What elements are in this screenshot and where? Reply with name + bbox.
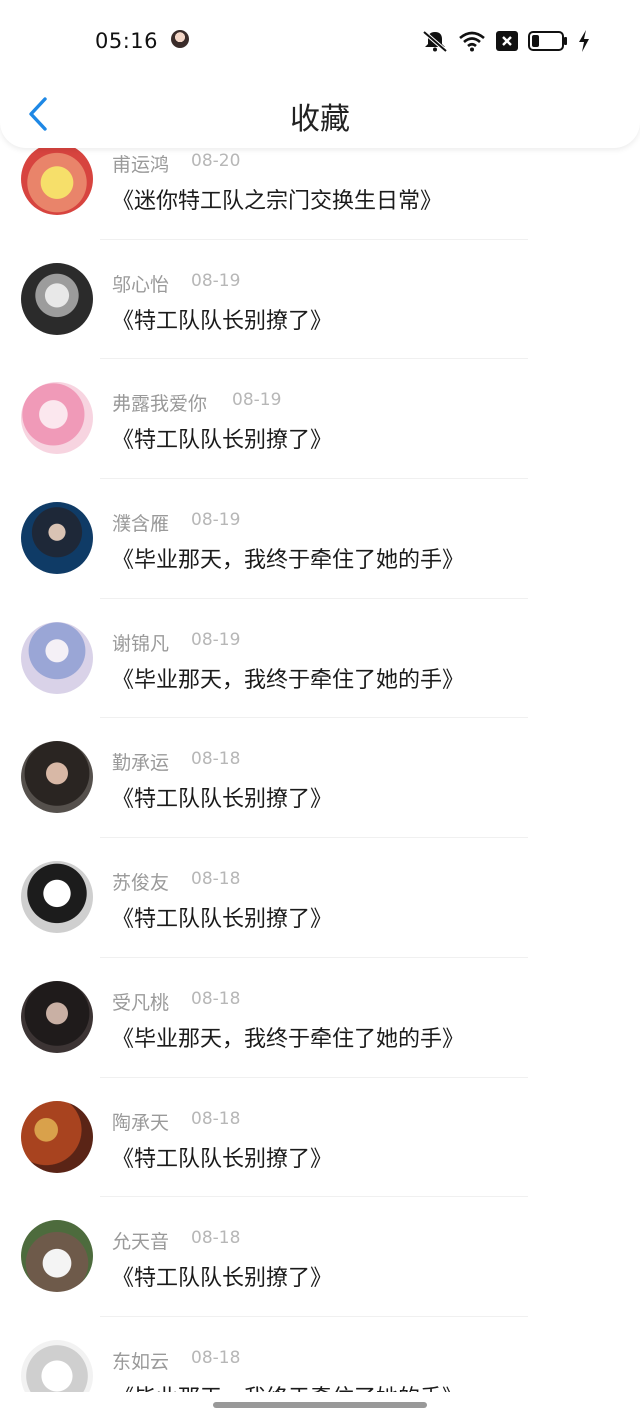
user-avatar[interactable] [21, 861, 93, 934]
status-icons [422, 29, 590, 53]
list-item[interactable]: 邬心怡 08-19 《特工队队长别撩了》 [0, 240, 640, 360]
book-title[interactable]: 《特工队队长别撩了》 [112, 901, 332, 933]
charging-icon [578, 30, 590, 52]
favorite-date: 08-18 [191, 1228, 241, 1249]
book-title[interactable]: 《毕业那天，我终于牵住了她的手》 [112, 542, 464, 574]
user-name[interactable]: 陶承天 [112, 1108, 169, 1135]
user-name[interactable]: 弗露我爱你 [112, 389, 207, 416]
book-title[interactable]: 《特工队队长别撩了》 [112, 303, 332, 335]
user-avatar[interactable] [21, 621, 93, 694]
favorite-date: 08-19 [191, 270, 241, 291]
favorite-date: 08-20 [191, 151, 241, 171]
favorite-date: 08-18 [191, 1347, 241, 1368]
mute-icon [422, 30, 448, 52]
avatar-icon [171, 30, 189, 48]
favorite-date: 08-19 [191, 510, 241, 531]
book-title[interactable]: 《特工队队长别撩了》 [112, 781, 332, 813]
user-name[interactable]: 东如云 [112, 1347, 169, 1374]
wifi-icon [458, 30, 486, 52]
user-avatar[interactable] [21, 1220, 93, 1293]
list-item[interactable]: 陶承天 08-18 《特工队队长别撩了》 [0, 1078, 640, 1198]
user-name[interactable]: 勤承运 [112, 748, 169, 775]
book-title[interactable]: 《毕业那天，我终于牵住了她的手》 [112, 1021, 464, 1053]
list-item[interactable]: 苏俊友 08-18 《特工队队长别撩了》 [0, 838, 640, 958]
book-title[interactable]: 《毕业那天，我终于牵住了她的手》 [112, 662, 464, 694]
user-name[interactable]: 甫运鸿 [112, 150, 169, 177]
status-time: 05:16 [95, 29, 159, 53]
book-title[interactable]: 《迷你特工队之宗门交换生日常》 [112, 183, 442, 215]
list-item[interactable]: 濮含雁 08-19 《毕业那天，我终于牵住了她的手》 [0, 479, 640, 599]
user-avatar[interactable] [21, 741, 93, 814]
favorite-date: 08-18 [191, 988, 241, 1009]
favorite-date: 08-18 [191, 749, 241, 770]
list-item[interactable]: 谢锦凡 08-19 《毕业那天，我终于牵住了她的手》 [0, 599, 640, 719]
close-box-icon [496, 31, 518, 51]
nav-bar: 收藏 [0, 80, 640, 148]
favorites-screen: 甫运鸿 08-20 《迷你特工队之宗门交换生日常》 邬心怡 08-19 《特工队… [0, 0, 640, 1422]
user-name[interactable]: 受凡桃 [112, 988, 169, 1015]
book-title[interactable]: 《特工队队长别撩了》 [112, 1260, 332, 1292]
user-avatar[interactable] [21, 143, 93, 215]
header: 05:16 收藏 [0, 0, 640, 148]
user-name[interactable]: 濮含雁 [112, 509, 169, 536]
favorite-date: 08-19 [232, 390, 282, 411]
user-avatar[interactable] [21, 1100, 93, 1173]
user-name[interactable]: 谢锦凡 [112, 629, 169, 656]
favorite-date: 08-19 [191, 629, 241, 650]
home-indicator[interactable] [213, 1402, 427, 1408]
battery-icon [528, 31, 568, 51]
page-title: 收藏 [290, 102, 350, 137]
user-avatar[interactable] [21, 262, 93, 335]
status-bar: 05:16 [0, 0, 640, 80]
user-name[interactable]: 苏俊友 [112, 868, 169, 895]
favorite-date: 08-18 [191, 869, 241, 890]
list-item[interactable]: 勤承运 08-18 《特工队队长别撩了》 [0, 718, 640, 839]
list-item[interactable]: 弗露我爱你 08-19 《特工队队长别撩了》 [0, 359, 640, 480]
favorite-date: 08-18 [191, 1108, 241, 1129]
book-title[interactable]: 《特工队队长别撩了》 [112, 422, 332, 454]
user-name[interactable]: 邬心怡 [112, 270, 169, 297]
favorites-list: 甫运鸿 08-20 《迷你特工队之宗门交换生日常》 邬心怡 08-19 《特工队… [0, 120, 640, 1422]
user-avatar[interactable] [21, 502, 93, 575]
user-avatar[interactable] [21, 980, 93, 1053]
book-title[interactable]: 《特工队队长别撩了》 [112, 1141, 332, 1173]
user-avatar[interactable] [21, 382, 93, 455]
list-item[interactable]: 受凡桃 08-18 《毕业那天，我终于牵住了她的手》 [0, 958, 640, 1078]
user-name[interactable]: 允天音 [112, 1227, 169, 1254]
list-item[interactable]: 允天音 08-18 《特工队队长别撩了》 [0, 1197, 640, 1317]
